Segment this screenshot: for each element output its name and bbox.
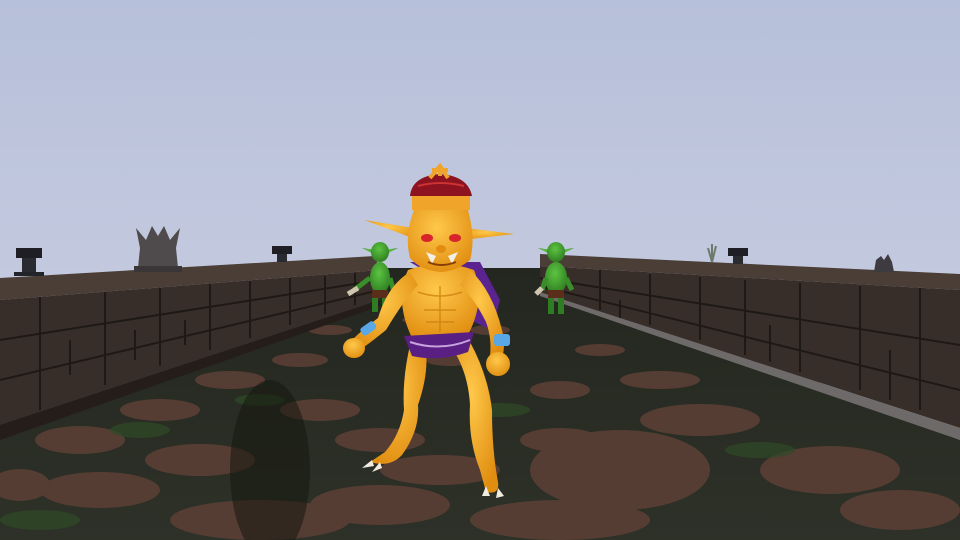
goblin-king-right-eye — [449, 234, 461, 242]
goblin-king-left-fist — [343, 338, 365, 358]
goblin-king-right-wristband — [494, 334, 510, 346]
game-scene — [0, 0, 960, 540]
goblin-king-right-fist — [486, 352, 510, 376]
goblin-king-left-eye — [421, 234, 433, 242]
goblin-king-head — [407, 204, 473, 272]
